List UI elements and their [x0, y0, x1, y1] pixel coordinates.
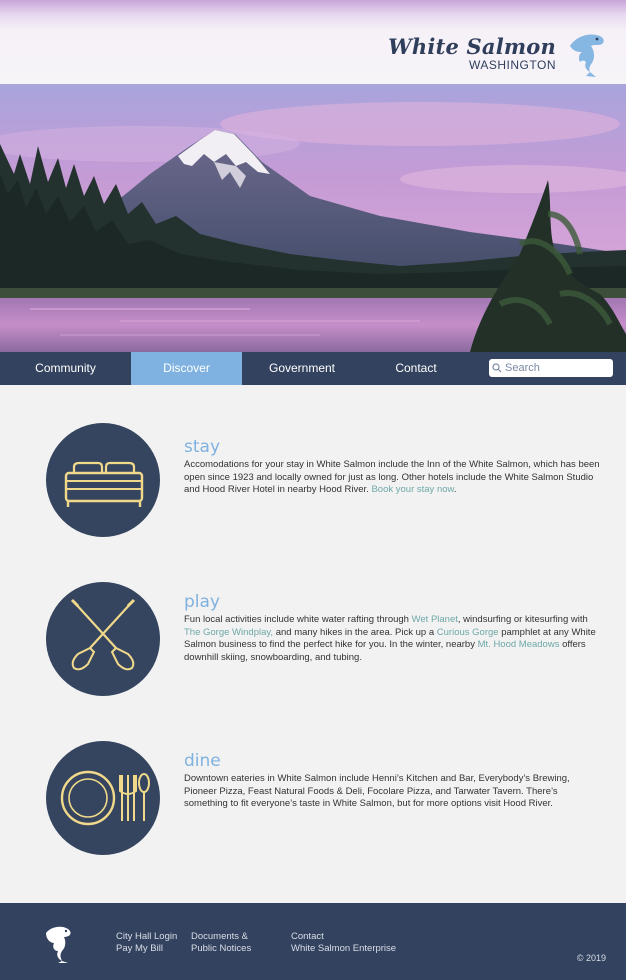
main-content: stay Accomodations for your stay in Whit… — [0, 385, 626, 903]
page: White Salmon WASHINGTON Community Discov… — [0, 0, 626, 980]
pay-my-bill-link[interactable]: Pay My Bill — [116, 943, 177, 955]
documents-link-line-2[interactable]: Public Notices — [191, 943, 251, 955]
play-body-text-1: Fun local activities include white water… — [184, 614, 412, 625]
search-box[interactable] — [489, 359, 613, 377]
play-body-text-3: and many hikes in the area. Pick up a — [273, 626, 437, 638]
white-salmon-enterprise-link[interactable]: White Salmon Enterprise — [291, 943, 396, 955]
brand-subtitle: WASHINGTON — [468, 58, 556, 72]
hero-image — [0, 84, 626, 352]
footer-contact-link[interactable]: Contact — [291, 931, 396, 943]
stay-text: stay Accomodations for your stay in Whit… — [184, 437, 600, 497]
salmon-fish-icon[interactable] — [40, 923, 76, 963]
search-icon — [489, 359, 505, 377]
nav-discover[interactable]: Discover — [131, 352, 242, 385]
book-stay-link[interactable]: Book your stay now — [371, 484, 453, 495]
play-text: play Fun local activities include white … — [184, 592, 600, 664]
city-hall-login-link[interactable]: City Hall Login — [116, 931, 177, 943]
stay-icon-circle — [46, 423, 160, 537]
nav-contact[interactable]: Contact — [362, 352, 470, 385]
wet-planet-link[interactable]: Wet Planet — [412, 614, 458, 625]
copyright: © 2019 — [576, 953, 606, 963]
play-title: play — [184, 592, 220, 612]
dine-text: dine Downtown eateries in White Salmon i… — [184, 751, 600, 811]
curious-gorge-link[interactable]: Curious Gorge — [437, 627, 499, 638]
mt-hood-meadows-link[interactable]: Mt. Hood Meadows — [478, 639, 560, 650]
plate-fork-spoon-icon — [60, 770, 150, 826]
play-body-text-2: , windsurfing or kitesurfing with — [457, 614, 588, 625]
brand-logo[interactable]: White Salmon WASHINGTON — [382, 30, 612, 80]
salmon-fish-icon — [570, 34, 604, 77]
documents-link-line-1[interactable]: Documents & — [191, 931, 251, 943]
stay-title: stay — [184, 437, 221, 457]
dine-body: Downtown eateries in White Salmon includ… — [184, 773, 570, 809]
footer-col-3: Contact White Salmon Enterprise — [291, 931, 396, 955]
site-header: White Salmon WASHINGTON — [0, 0, 626, 84]
crossed-paddles-icon — [70, 598, 136, 671]
nav-government[interactable]: Government — [242, 352, 362, 385]
site-footer: City Hall Login Pay My Bill Documents & … — [0, 903, 626, 980]
gorge-windplay-link[interactable]: The Gorge Windplay, — [184, 627, 273, 638]
main-nav: Community Discover Government Contact — [0, 352, 626, 385]
bed-icon — [64, 461, 144, 507]
dine-title: dine — [184, 751, 221, 771]
play-icon-circle — [46, 582, 160, 696]
search-input[interactable] — [505, 362, 605, 374]
nav-community[interactable]: Community — [0, 352, 131, 385]
stay-body-end: . — [453, 484, 457, 495]
stay-body: Accomodations for your stay in White Sal… — [184, 459, 600, 497]
footer-col-1: City Hall Login Pay My Bill — [116, 931, 177, 955]
dine-icon-circle — [46, 741, 160, 855]
footer-col-2: Documents & Public Notices — [191, 931, 251, 955]
play-body: Fun local activities include white water… — [184, 614, 600, 664]
brand-name: White Salmon — [388, 34, 556, 59]
